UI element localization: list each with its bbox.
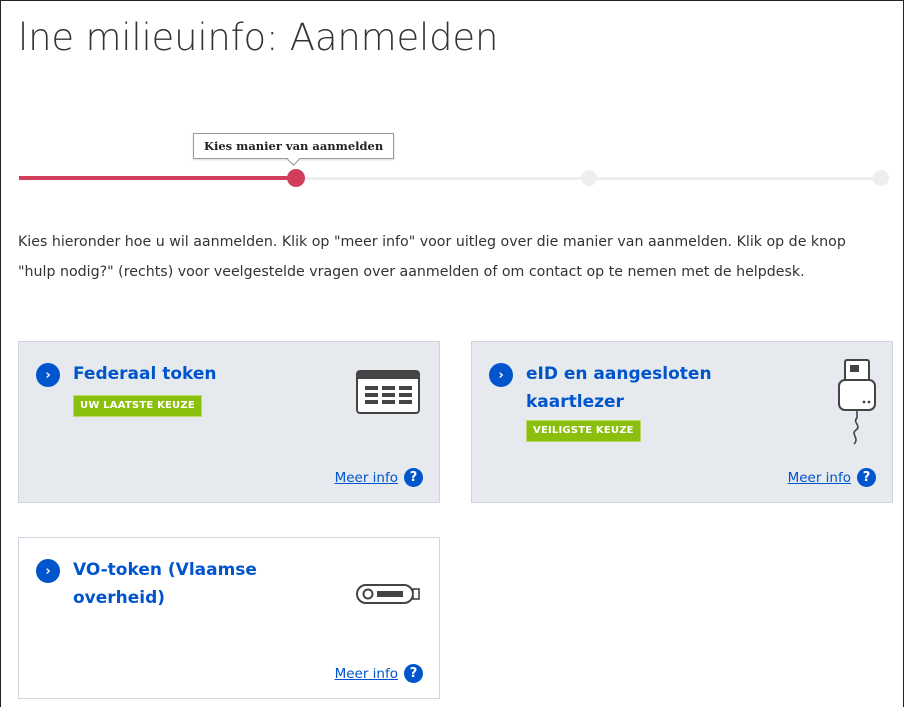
option-card-eid[interactable]: › eID en aangesloten kaartlezer VEILIGST… bbox=[471, 341, 893, 503]
more-info[interactable]: Meer info ? bbox=[788, 468, 876, 487]
help-icon[interactable]: ? bbox=[404, 468, 423, 487]
step-2-dot bbox=[581, 170, 597, 186]
token-card-icon bbox=[356, 370, 420, 414]
safest-choice-badge: VEILIGSTE KEUZE bbox=[526, 420, 641, 442]
option-title[interactable]: eID en aangesloten kaartlezer bbox=[526, 360, 726, 416]
help-icon[interactable]: ? bbox=[857, 468, 876, 487]
more-info-link[interactable]: Meer info bbox=[788, 470, 851, 486]
chevron-right-icon[interactable]: › bbox=[36, 559, 60, 583]
option-card-vo-token[interactable]: › VO-token (Vlaamse overheid) Meer info … bbox=[18, 537, 440, 699]
chevron-right-icon[interactable]: › bbox=[36, 363, 60, 387]
step-3-dot bbox=[873, 170, 889, 186]
chevron-right-icon[interactable]: › bbox=[489, 363, 513, 387]
progress-track-completed bbox=[19, 176, 295, 180]
usb-token-icon bbox=[355, 582, 421, 606]
card-reader-icon bbox=[834, 358, 880, 450]
last-choice-badge: UW LAATSTE KEUZE bbox=[73, 395, 202, 417]
more-info[interactable]: Meer info ? bbox=[335, 468, 423, 487]
more-info-link[interactable]: Meer info bbox=[335, 470, 398, 486]
step-1-dot bbox=[287, 169, 305, 187]
page-title: lne milieuinfo: Aanmelden bbox=[18, 16, 499, 59]
option-title[interactable]: Federaal token bbox=[73, 360, 217, 388]
more-info-link[interactable]: Meer info bbox=[335, 666, 398, 682]
progress-stepper: Kies manier van aanmelden bbox=[0, 130, 904, 190]
intro-text: Kies hieronder hoe u wil aanmelden. Klik… bbox=[18, 234, 846, 280]
more-info[interactable]: Meer info ? bbox=[335, 664, 423, 683]
option-card-federaal-token[interactable]: › Federaal token UW LAATSTE KEUZE Meer i… bbox=[18, 341, 440, 503]
help-icon[interactable]: ? bbox=[404, 664, 423, 683]
option-title[interactable]: VO-token (Vlaamse overheid) bbox=[73, 556, 283, 612]
